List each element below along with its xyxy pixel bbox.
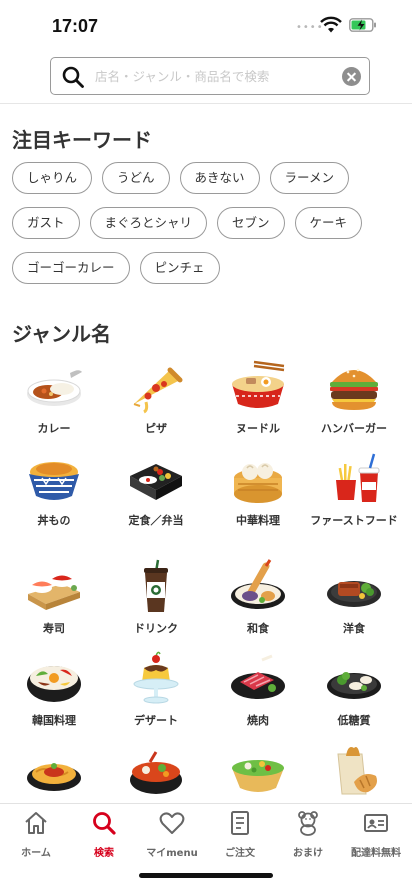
low-carb-icon xyxy=(327,672,381,699)
rice-bowl-icon xyxy=(29,462,79,500)
home-icon xyxy=(25,812,47,834)
wifi-icon xyxy=(320,16,342,33)
bread-icon xyxy=(337,747,377,795)
genre-item-drink[interactable]: ドリンク xyxy=(106,558,206,637)
keyword-chip[interactable]: あきない xyxy=(179,162,260,194)
dim-sum-icon xyxy=(234,463,282,503)
genre-item-chinese[interactable]: 中華料理 xyxy=(208,450,308,529)
genre-item-japanese[interactable]: 和食 xyxy=(208,558,308,637)
genre-item-noodle[interactable]: ヌードル xyxy=(208,358,308,437)
genre-item-western[interactable]: 洋食 xyxy=(304,558,404,637)
bento-icon xyxy=(130,464,182,500)
fast-food-icon xyxy=(336,453,380,502)
hamburger-icon xyxy=(330,368,378,410)
genre-item-hot-pot[interactable] xyxy=(106,742,206,798)
search-input[interactable] xyxy=(95,60,339,92)
genre-item-yakiniku[interactable]: 焼肉 xyxy=(208,650,308,729)
battery-charging-icon xyxy=(349,18,376,32)
genres-title: ジャンル名 xyxy=(12,322,111,346)
home-indicator xyxy=(139,873,273,878)
status-time: 17:07 xyxy=(52,16,99,36)
genre-item-sushi[interactable]: 寿司 xyxy=(4,558,104,637)
keywords-title: 注目キーワード xyxy=(12,128,152,152)
keyword-chip[interactable]: うどん xyxy=(102,162,170,194)
genre-grid: カレー ピザ ヌードル ハンバーガー 丼もの 定食／弁当 中華料理 ファーストフ… xyxy=(0,358,412,798)
search-icon xyxy=(93,812,116,835)
drink-icon xyxy=(144,559,168,612)
order-icon xyxy=(231,811,249,835)
status-bar: 17:07 •••• xyxy=(0,0,412,52)
pasta-icon xyxy=(27,763,81,791)
search-icon xyxy=(62,66,84,88)
bear-icon xyxy=(298,811,318,836)
genre-item-dessert[interactable]: デザート xyxy=(106,650,206,729)
keyword-chip[interactable]: ピンチェ xyxy=(139,252,220,284)
genre-item-curry[interactable]: カレー xyxy=(4,358,104,437)
genre-item-korean[interactable]: 韓国料理 xyxy=(4,650,104,729)
keyword-chip[interactable]: ゴーゴーカレー xyxy=(12,252,130,284)
genre-item-bento[interactable]: 定食／弁当 xyxy=(106,450,206,529)
divider xyxy=(0,103,412,104)
heart-icon xyxy=(159,812,185,834)
ticket-icon xyxy=(364,814,388,832)
pizza-icon xyxy=(133,367,183,414)
genre-item-rice-bowl[interactable]: 丼もの xyxy=(4,450,104,529)
tab-order[interactable]: ご注文 xyxy=(206,810,274,859)
western-dish-icon xyxy=(327,581,381,607)
yakiniku-icon xyxy=(231,654,285,699)
tab-my-menu[interactable]: マイmenu xyxy=(138,810,206,859)
tab-search[interactable]: 検索 xyxy=(70,810,138,859)
search-bar xyxy=(50,57,370,95)
tab-home[interactable]: ホーム xyxy=(2,810,70,859)
hot-pot-icon xyxy=(130,751,182,794)
genre-item-pizza[interactable]: ピザ xyxy=(106,358,206,437)
pudding-icon xyxy=(133,651,179,704)
keyword-chip[interactable]: ガスト xyxy=(12,207,80,239)
genre-item-low-carb[interactable]: 低糖質 xyxy=(304,650,404,729)
genre-item-salad[interactable] xyxy=(208,742,308,798)
tab-bar: ホーム 検索 マイmenu ご注文 おまけ 配達料無料 xyxy=(0,803,412,884)
keyword-chip[interactable]: ケーキ xyxy=(294,207,363,239)
bibimbap-icon xyxy=(27,666,81,702)
salad-icon xyxy=(232,760,284,792)
genre-item-bread[interactable] xyxy=(304,742,404,798)
genre-item-hamburger[interactable]: ハンバーガー xyxy=(304,358,404,437)
tab-free-delivery[interactable]: 配達料無料 xyxy=(342,810,410,859)
keyword-chip[interactable]: セブン xyxy=(217,207,285,239)
keyword-chips: しゃりん うどん あきない ラーメン ガスト まぐろとシャリ セブン ケーキ ゴ… xyxy=(12,162,408,297)
noodle-icon xyxy=(232,360,285,408)
curry-icon xyxy=(27,370,82,406)
clear-icon[interactable] xyxy=(342,67,361,86)
keyword-chip[interactable]: ラーメン xyxy=(269,162,350,194)
tempura-icon xyxy=(231,559,285,609)
keyword-chip[interactable]: しゃりん xyxy=(12,162,93,194)
genre-item-fast-food[interactable]: ファーストフード xyxy=(304,450,404,529)
genre-item-pasta[interactable] xyxy=(4,742,104,798)
keyword-chip[interactable]: まぐろとシャリ xyxy=(89,207,208,239)
tab-bonus[interactable]: おまけ xyxy=(274,810,342,859)
sushi-icon xyxy=(28,575,80,610)
